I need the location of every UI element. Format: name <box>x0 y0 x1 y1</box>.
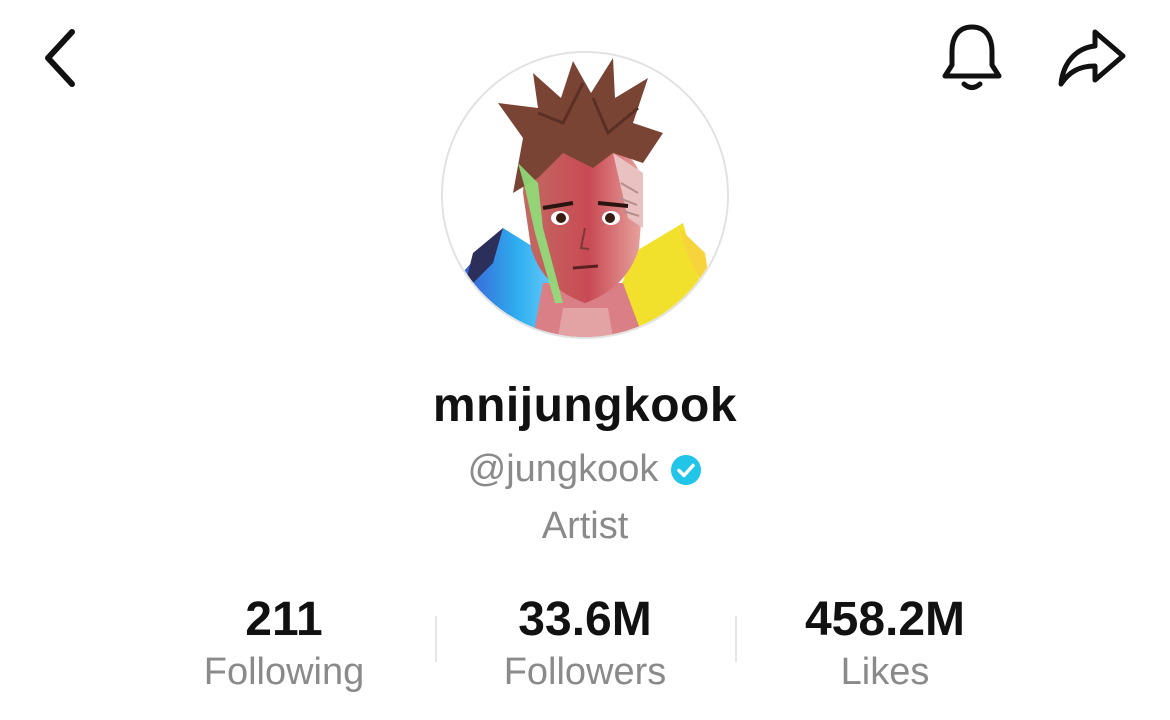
profile-stats: 211 Following 33.6M Followers 458.2M Lik… <box>0 590 1170 700</box>
likes-label: Likes <box>840 651 930 693</box>
avatar-illustration <box>443 53 727 337</box>
profile-bio: Artist <box>541 505 629 547</box>
profile-avatar[interactable] <box>441 51 729 339</box>
back-button[interactable] <box>30 22 90 98</box>
chevron-left-icon <box>40 26 80 95</box>
handle-row: @jungkook <box>0 448 1170 491</box>
verified-check-icon <box>670 454 702 486</box>
notifications-button[interactable] <box>930 20 1014 100</box>
followers-stat[interactable]: 33.6M Followers <box>435 590 735 694</box>
followers-count: 33.6M <box>518 593 652 646</box>
share-button[interactable] <box>1050 20 1134 100</box>
likes-count: 458.2M <box>804 593 966 646</box>
followers-label: Followers <box>503 651 667 693</box>
share-arrow-icon <box>1055 24 1129 97</box>
display-name: mnijungkook <box>432 379 738 432</box>
bell-icon <box>937 21 1007 100</box>
likes-stat[interactable]: 458.2M Likes <box>735 590 1035 694</box>
username-handle: @jungkook <box>467 448 659 490</box>
following-label: Following <box>203 651 365 693</box>
following-count: 211 <box>245 593 323 646</box>
following-stat[interactable]: 211 Following <box>134 590 434 694</box>
